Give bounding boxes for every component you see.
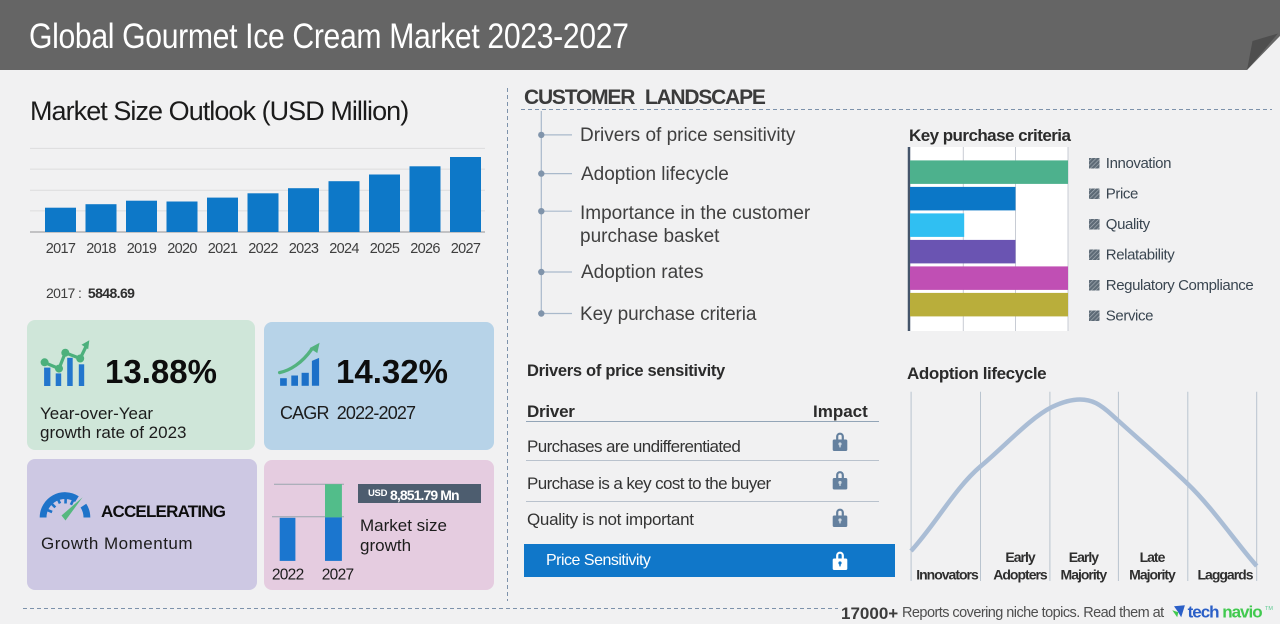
svg-text:Early: Early — [1005, 549, 1035, 565]
svg-text:Late: Late — [1140, 549, 1166, 565]
svg-text:Majority: Majority — [1061, 567, 1108, 583]
svg-text:Laggards: Laggards — [1197, 567, 1253, 583]
svg-text:tech: tech — [1188, 602, 1220, 621]
svg-text:Price: Price — [1106, 185, 1138, 202]
svg-text:Service: Service — [1106, 307, 1153, 324]
svg-text:Innovators: Innovators — [916, 567, 979, 583]
svg-text:Quality: Quality — [1106, 216, 1151, 233]
svg-text:Adopters: Adopters — [993, 567, 1048, 583]
svg-text:TM: TM — [1265, 606, 1273, 612]
svg-text:Majority: Majority — [1129, 567, 1176, 583]
svg-text:Relatability: Relatability — [1106, 246, 1175, 263]
svg-text:Innovation: Innovation — [1106, 155, 1171, 172]
svg-text:Regulatory Compliance: Regulatory Compliance — [1106, 277, 1254, 294]
svg-text:navio: navio — [1222, 602, 1262, 621]
svg-text:Early: Early — [1069, 549, 1099, 565]
